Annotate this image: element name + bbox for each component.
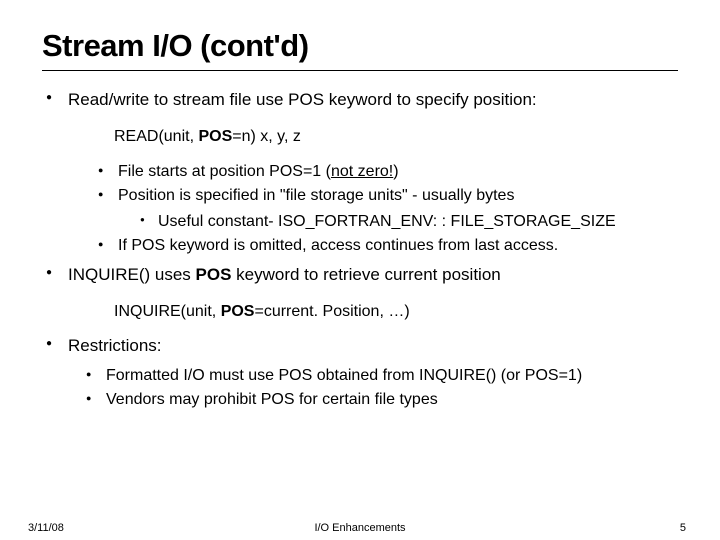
footer-page-number: 5 bbox=[680, 522, 686, 534]
slide-title: Stream I/O (cont'd) bbox=[42, 28, 678, 64]
bullet-list: INQUIRE() uses POS keyword to retrieve c… bbox=[42, 264, 678, 287]
bullet-item: Restrictions: Formatted I/O must use POS… bbox=[46, 335, 678, 412]
bullet-text: keyword to retrieve current position bbox=[231, 265, 500, 284]
bullet-text: Position is specified in "file storage u… bbox=[118, 187, 514, 204]
code-text: =n) x, y, z bbox=[232, 128, 301, 145]
bullet-item: File starts at position POS=1 (not zero!… bbox=[98, 160, 678, 184]
bold-text: POS bbox=[196, 265, 232, 284]
code-keyword: POS bbox=[198, 128, 232, 145]
bullet-text: ) bbox=[393, 163, 398, 180]
bullet-item: Position is specified in "file storage u… bbox=[98, 184, 678, 234]
code-text: READ(unit, bbox=[114, 128, 198, 145]
bullet-text: File starts at position POS=1 ( bbox=[118, 163, 331, 180]
underlined-text: not zero! bbox=[331, 163, 393, 180]
code-text: INQUIRE(unit, bbox=[114, 303, 221, 320]
code-line: INQUIRE(unit, POS=current. Position, …) bbox=[114, 303, 678, 321]
bullet-item: If POS keyword is omitted, access contin… bbox=[98, 234, 678, 258]
code-line: READ(unit, POS=n) x, y, z bbox=[114, 128, 678, 146]
code-text: =current. Position, …) bbox=[254, 303, 409, 320]
code-keyword: POS bbox=[221, 303, 255, 320]
bullet-list: Read/write to stream file use POS keywor… bbox=[42, 89, 678, 112]
bullet-item: Vendors may prohibit POS for certain fil… bbox=[86, 388, 678, 412]
sub-sub-bullet-list: Useful constant- ISO_FORTRAN_ENV: : FILE… bbox=[118, 210, 678, 234]
sub-bullet-list: Formatted I/O must use POS obtained from… bbox=[68, 364, 678, 412]
bullet-item: Read/write to stream file use POS keywor… bbox=[46, 89, 678, 112]
bullet-text: INQUIRE() uses bbox=[68, 265, 196, 284]
bullet-item: INQUIRE() uses POS keyword to retrieve c… bbox=[46, 264, 678, 287]
bullet-item: Useful constant- ISO_FORTRAN_ENV: : FILE… bbox=[140, 210, 678, 234]
slide: Stream I/O (cont'd) Read/write to stream… bbox=[0, 0, 720, 540]
sub-bullet-list: File starts at position POS=1 (not zero!… bbox=[42, 160, 678, 258]
title-rule bbox=[42, 70, 678, 71]
footer-center: I/O Enhancements bbox=[0, 522, 720, 534]
bullet-item: Formatted I/O must use POS obtained from… bbox=[86, 364, 678, 388]
bullet-list: Restrictions: Formatted I/O must use POS… bbox=[42, 335, 678, 412]
bullet-text: Restrictions: bbox=[68, 336, 162, 355]
